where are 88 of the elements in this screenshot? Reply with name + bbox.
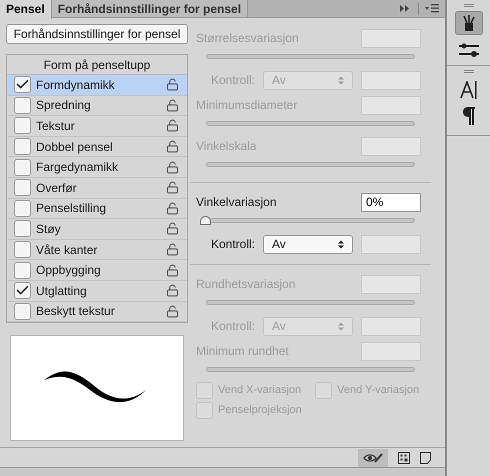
setting-label: Minimum rundhet: [196, 343, 289, 360]
stepper-icon: [338, 240, 344, 248]
lock-icon[interactable]: [166, 222, 179, 236]
control-label: Kontroll:: [210, 72, 255, 89]
setting-label: Vinkelskala: [196, 138, 256, 155]
slider-thumb[interactable]: [200, 216, 211, 225]
option-label: Våte kanter: [36, 242, 98, 259]
lock-icon[interactable]: [166, 202, 179, 215]
control-label: Kontroll:: [210, 236, 255, 253]
option-label: Fargedynamikk: [36, 159, 120, 176]
lock-icon[interactable]: [166, 264, 179, 277]
brush-option-row[interactable]: Beskytt tekstur: [7, 302, 187, 322]
checkbox[interactable]: [14, 179, 31, 196]
control-label: Kontroll:: [210, 318, 255, 335]
checkbox-label: Vend Y-variasjon: [337, 382, 420, 398]
brush-option-row[interactable]: Tekstur: [7, 116, 187, 137]
checkbox-label: Vend X-variasjon: [218, 382, 302, 398]
lock-icon[interactable]: [166, 304, 179, 318]
sliders-icon[interactable]: [458, 43, 478, 57]
brushes-icon: [462, 15, 476, 31]
lock-icon[interactable]: [166, 140, 179, 154]
checkbox[interactable]: [14, 200, 31, 217]
lock-icon[interactable]: [166, 98, 179, 112]
option-label: Beskytt tekstur: [36, 303, 116, 320]
setting-label: Rundhetsvariasjon: [196, 276, 296, 293]
setting-label: Størrelsesvariasjon: [196, 30, 299, 47]
brush-option-row[interactable]: Støy: [7, 219, 187, 240]
checkbox[interactable]: [14, 76, 31, 94]
checkbox[interactable]: [14, 158, 31, 176]
brush-option-row[interactable]: Utglatting: [7, 280, 187, 302]
option-label: Støy: [36, 220, 62, 238]
checkbox-label: Penselprojeksjon: [218, 402, 302, 418]
brush-option-row[interactable]: Spredning: [7, 96, 187, 116]
checkbox[interactable]: [14, 262, 31, 279]
setting-label: Vinkelvariasjon: [196, 194, 276, 211]
menu-icon[interactable]: [425, 4, 439, 13]
brush-option-row[interactable]: Oppbygging: [7, 260, 187, 281]
value-field[interactable]: [361, 234, 421, 254]
checkbox[interactable]: [14, 302, 31, 320]
option-label: Penselstilling: [36, 200, 108, 218]
brush-option-row[interactable]: Fargedynamikk: [7, 157, 187, 178]
option-label: Dobbel pensel: [36, 138, 114, 156]
setting-label: Minimumsdiameter: [196, 97, 298, 114]
option-label: Overfør: [36, 180, 78, 197]
value-field[interactable]: [361, 136, 421, 156]
checkbox[interactable]: [14, 138, 31, 156]
lock-icon[interactable]: [166, 160, 179, 174]
stepper-icon: [338, 76, 344, 84]
value-field[interactable]: 0%: [361, 192, 421, 212]
collapse-icon[interactable]: [400, 5, 410, 12]
option-label: Formdynamikk: [36, 76, 116, 94]
eye-brush-icon: [363, 452, 383, 462]
value-field[interactable]: [361, 96, 421, 114]
presets-button[interactable]: Forhåndsinnstillinger for pensel: [6, 24, 188, 44]
lock-icon[interactable]: [166, 181, 179, 194]
brush-panel-button[interactable]: [454, 11, 482, 35]
checkbox[interactable]: [14, 241, 31, 258]
value-field[interactable]: [361, 70, 421, 90]
panel-tab[interactable]: Forhåndsinnstillinger for pensel: [52, 0, 248, 17]
brush-option-row[interactable]: Våte kanter: [7, 240, 187, 260]
new-page-icon[interactable]: [420, 452, 431, 464]
checkbox[interactable]: [14, 282, 31, 300]
brush-option-row[interactable]: Overfør: [7, 178, 187, 199]
brush-option-row[interactable]: Formdynamikk: [7, 75, 187, 96]
checkbox[interactable]: [14, 220, 31, 238]
brush-option-row[interactable]: Dobbel pensel: [7, 136, 187, 158]
panel-tab[interactable]: Pensel: [0, 0, 52, 19]
option-label: Utglatting: [36, 282, 88, 300]
value-field[interactable]: [361, 274, 421, 294]
checkbox[interactable]: [14, 117, 31, 134]
lock-icon[interactable]: [166, 78, 179, 92]
option-label: Spredning: [36, 97, 92, 114]
grid-icon[interactable]: [398, 452, 410, 464]
lock-icon[interactable]: [166, 284, 179, 298]
brush-option-row[interactable]: Penselstilling: [7, 198, 187, 220]
stepper-icon: [338, 322, 344, 330]
lock-icon[interactable]: [166, 119, 179, 132]
value-field[interactable]: [361, 342, 421, 360]
lock-icon[interactable]: [166, 243, 179, 256]
option-label: Tekstur: [36, 118, 76, 135]
visibility-brush-button[interactable]: [358, 448, 388, 466]
paragraph-icon[interactable]: [462, 107, 474, 125]
control-dropdown[interactable]: Av: [263, 234, 353, 254]
value-field[interactable]: [361, 316, 421, 336]
checkbox[interactable]: [14, 96, 31, 114]
text-cursor-icon[interactable]: [460, 81, 478, 99]
option-label: Oppbygging: [36, 262, 102, 280]
value-field[interactable]: [361, 28, 421, 48]
